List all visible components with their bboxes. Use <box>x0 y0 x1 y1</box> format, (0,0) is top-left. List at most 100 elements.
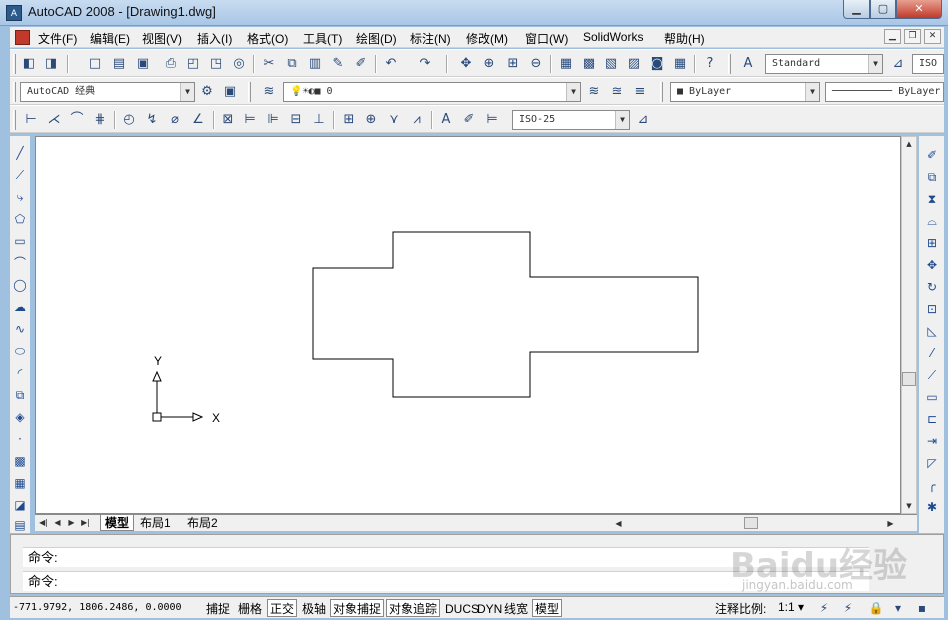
toolbar-grip[interactable] <box>13 110 16 130</box>
document-icon[interactable] <box>15 30 30 45</box>
menu-help[interactable]: 帮助(H) <box>664 30 705 47</box>
pan-icon[interactable]: ✥ <box>457 55 475 73</box>
rotate-icon[interactable]: ↻ <box>923 278 941 296</box>
maximize-button[interactable]: ▢ <box>870 0 896 19</box>
auto-scale-icon[interactable]: ⚡ <box>840 600 856 616</box>
trim-icon[interactable]: ⁄ <box>923 344 941 362</box>
zoom-window-icon[interactable]: ⊞ <box>504 55 522 73</box>
rectangle-icon[interactable]: ▭ <box>11 232 29 250</box>
break-at-point-icon[interactable]: ▭ <box>923 388 941 406</box>
menu-window[interactable]: 窗口(W) <box>525 30 568 47</box>
dim-style-icon[interactable]: ⊿ <box>889 55 907 73</box>
center-mark-icon[interactable]: ⊞ <box>340 111 358 129</box>
coordinate-readout[interactable]: -771.9792, 1806.2486, 0.0000 <box>13 600 197 616</box>
menu-edit[interactable]: 编辑(E) <box>90 30 130 47</box>
polar-toggle[interactable]: 极轴 <box>299 599 329 617</box>
make-current-layer-icon[interactable]: ≋ <box>585 83 603 101</box>
point-icon[interactable]: · <box>11 430 29 448</box>
menu-solidworks[interactable]: SolidWorks <box>583 30 643 44</box>
construction-line-icon[interactable]: ⟋ <box>11 166 29 184</box>
doc-close-button[interactable]: ✕ <box>924 29 941 44</box>
tool-palettes-icon[interactable]: ▧ <box>602 55 620 73</box>
scroll-up-icon[interactable]: ▲ <box>903 138 915 150</box>
plot-preview-icon[interactable]: ◰ <box>184 55 202 73</box>
linear-dimension-icon[interactable]: ⊢ <box>22 111 40 129</box>
aligned-dimension-icon[interactable]: ⋌ <box>45 111 63 129</box>
plot-icon[interactable]: ⎙ <box>162 55 180 73</box>
tolerance-icon[interactable]: ⊥ <box>310 111 328 129</box>
close-button[interactable]: ✕ <box>896 0 942 19</box>
clean-screen-icon[interactable]: ▪ <box>914 600 930 616</box>
quick-dimension-icon[interactable]: ⊠ <box>219 111 237 129</box>
toolbar-grip[interactable] <box>728 54 731 74</box>
tab-layout2[interactable]: 布局2 <box>183 515 222 531</box>
design-center-icon[interactable]: ▩ <box>580 55 598 73</box>
lock-icon[interactable]: 🔒 <box>868 600 884 616</box>
continue-dimension-icon[interactable]: ⊫ <box>264 111 282 129</box>
vertical-scrollbar[interactable]: ▲ ▼ <box>901 136 917 514</box>
horizontal-scrollbar[interactable]: ◀ ▶ <box>610 516 900 530</box>
dimension-update-icon[interactable]: ✐ <box>460 111 478 129</box>
paste-icon[interactable]: ▥ <box>306 55 324 73</box>
diameter-dimension-icon[interactable]: ⌀ <box>166 111 184 129</box>
region-icon[interactable]: ◪ <box>11 496 29 514</box>
help-icon[interactable]: ? <box>701 55 719 73</box>
drawing-canvas[interactable]: Y X <box>35 136 901 514</box>
dimension-text-edit-icon[interactable]: A <box>437 111 455 129</box>
menu-tools[interactable]: 工具(T) <box>303 30 342 47</box>
toolbar-grip[interactable] <box>13 54 16 74</box>
make-block-icon[interactable]: ◈ <box>11 408 29 426</box>
workspace-settings-icon[interactable]: ⚙ <box>198 83 216 101</box>
solid-edit-icon[interactable]: ◨ <box>42 55 60 73</box>
table-icon[interactable]: ▤ <box>11 516 29 534</box>
revision-cloud-icon[interactable]: ☁ <box>11 298 29 316</box>
workspace-save-icon[interactable]: ▣ <box>221 83 239 101</box>
menu-modify[interactable]: 修改(M) <box>466 30 508 47</box>
polyline-icon[interactable]: ⤷ <box>11 188 29 206</box>
last-tab-icon[interactable]: ▶| <box>80 516 91 529</box>
text-style-select[interactable]: Standard ▼ <box>765 54 883 74</box>
copy-clip-icon[interactable]: ⧉ <box>283 55 301 73</box>
move-icon[interactable]: ✥ <box>923 256 941 274</box>
chevron-down-icon[interactable]: ▼ <box>805 83 819 101</box>
chevron-down-icon[interactable]: ▼ <box>180 83 194 101</box>
annotation-visibility-icon[interactable]: ⚡ <box>816 600 832 616</box>
cut-icon[interactable]: ✂ <box>260 55 278 73</box>
copy-icon[interactable]: ⧉ <box>923 168 941 186</box>
jogged-dimension-icon[interactable]: ↯ <box>143 111 161 129</box>
erase-icon[interactable]: ✐ <box>923 146 941 164</box>
vertical-scroll-thumb[interactable] <box>902 372 916 386</box>
minimize-button[interactable]: ▁ <box>843 0 870 19</box>
tab-layout1[interactable]: 布局1 <box>136 515 175 531</box>
layer-manager-icon[interactable]: ≋ <box>260 83 278 101</box>
arc-length-icon[interactable]: ⌒ <box>68 111 86 129</box>
dimension-style-icon[interactable]: ⊿ <box>634 111 652 129</box>
arc-icon[interactable]: ⌒ <box>11 254 29 272</box>
grid-toggle[interactable]: 栅格 <box>235 599 265 617</box>
chevron-down-icon[interactable]: ▼ <box>868 55 882 73</box>
stretch-icon[interactable]: ◺ <box>923 322 941 340</box>
menu-insert[interactable]: 插入(I) <box>197 30 232 47</box>
layer-select[interactable]: 💡☀◐■ 0 ▼ <box>283 82 581 102</box>
object-snap-toggle[interactable]: 对象捕捉 <box>330 599 385 617</box>
sheet-set-icon[interactable]: ▨ <box>625 55 643 73</box>
menu-format[interactable]: 格式(O) <box>247 30 288 47</box>
ellipse-icon[interactable]: ⬭ <box>11 342 29 360</box>
explode-icon[interactable]: ✱ <box>923 498 941 516</box>
gradient-icon[interactable]: ▦ <box>11 474 29 492</box>
ellipse-arc-icon[interactable]: ◜ <box>11 364 29 382</box>
annotation-scale-select[interactable]: 1:1 ▾ <box>778 600 804 614</box>
scroll-left-icon[interactable]: ◀ <box>613 517 624 530</box>
zoom-realtime-icon[interactable]: ⊕ <box>480 55 498 73</box>
markup-icon[interactable]: ◙ <box>648 55 666 73</box>
zoom-previous-icon[interactable]: ⊖ <box>527 55 545 73</box>
line-icon[interactable]: ╱ <box>11 144 29 162</box>
doc-restore-button[interactable]: ❐ <box>904 29 921 44</box>
ordinate-dimension-icon[interactable]: ⋕ <box>91 111 109 129</box>
new-icon[interactable]: □ <box>86 55 104 73</box>
spline-icon[interactable]: ∿ <box>11 320 29 338</box>
workspace-select[interactable]: AutoCAD 经典 ▼ <box>20 82 195 102</box>
snap-toggle[interactable]: 捕捉 <box>203 599 233 617</box>
fillet-icon[interactable]: ╭ <box>923 476 941 494</box>
tab-model[interactable]: 模型 <box>100 515 135 531</box>
